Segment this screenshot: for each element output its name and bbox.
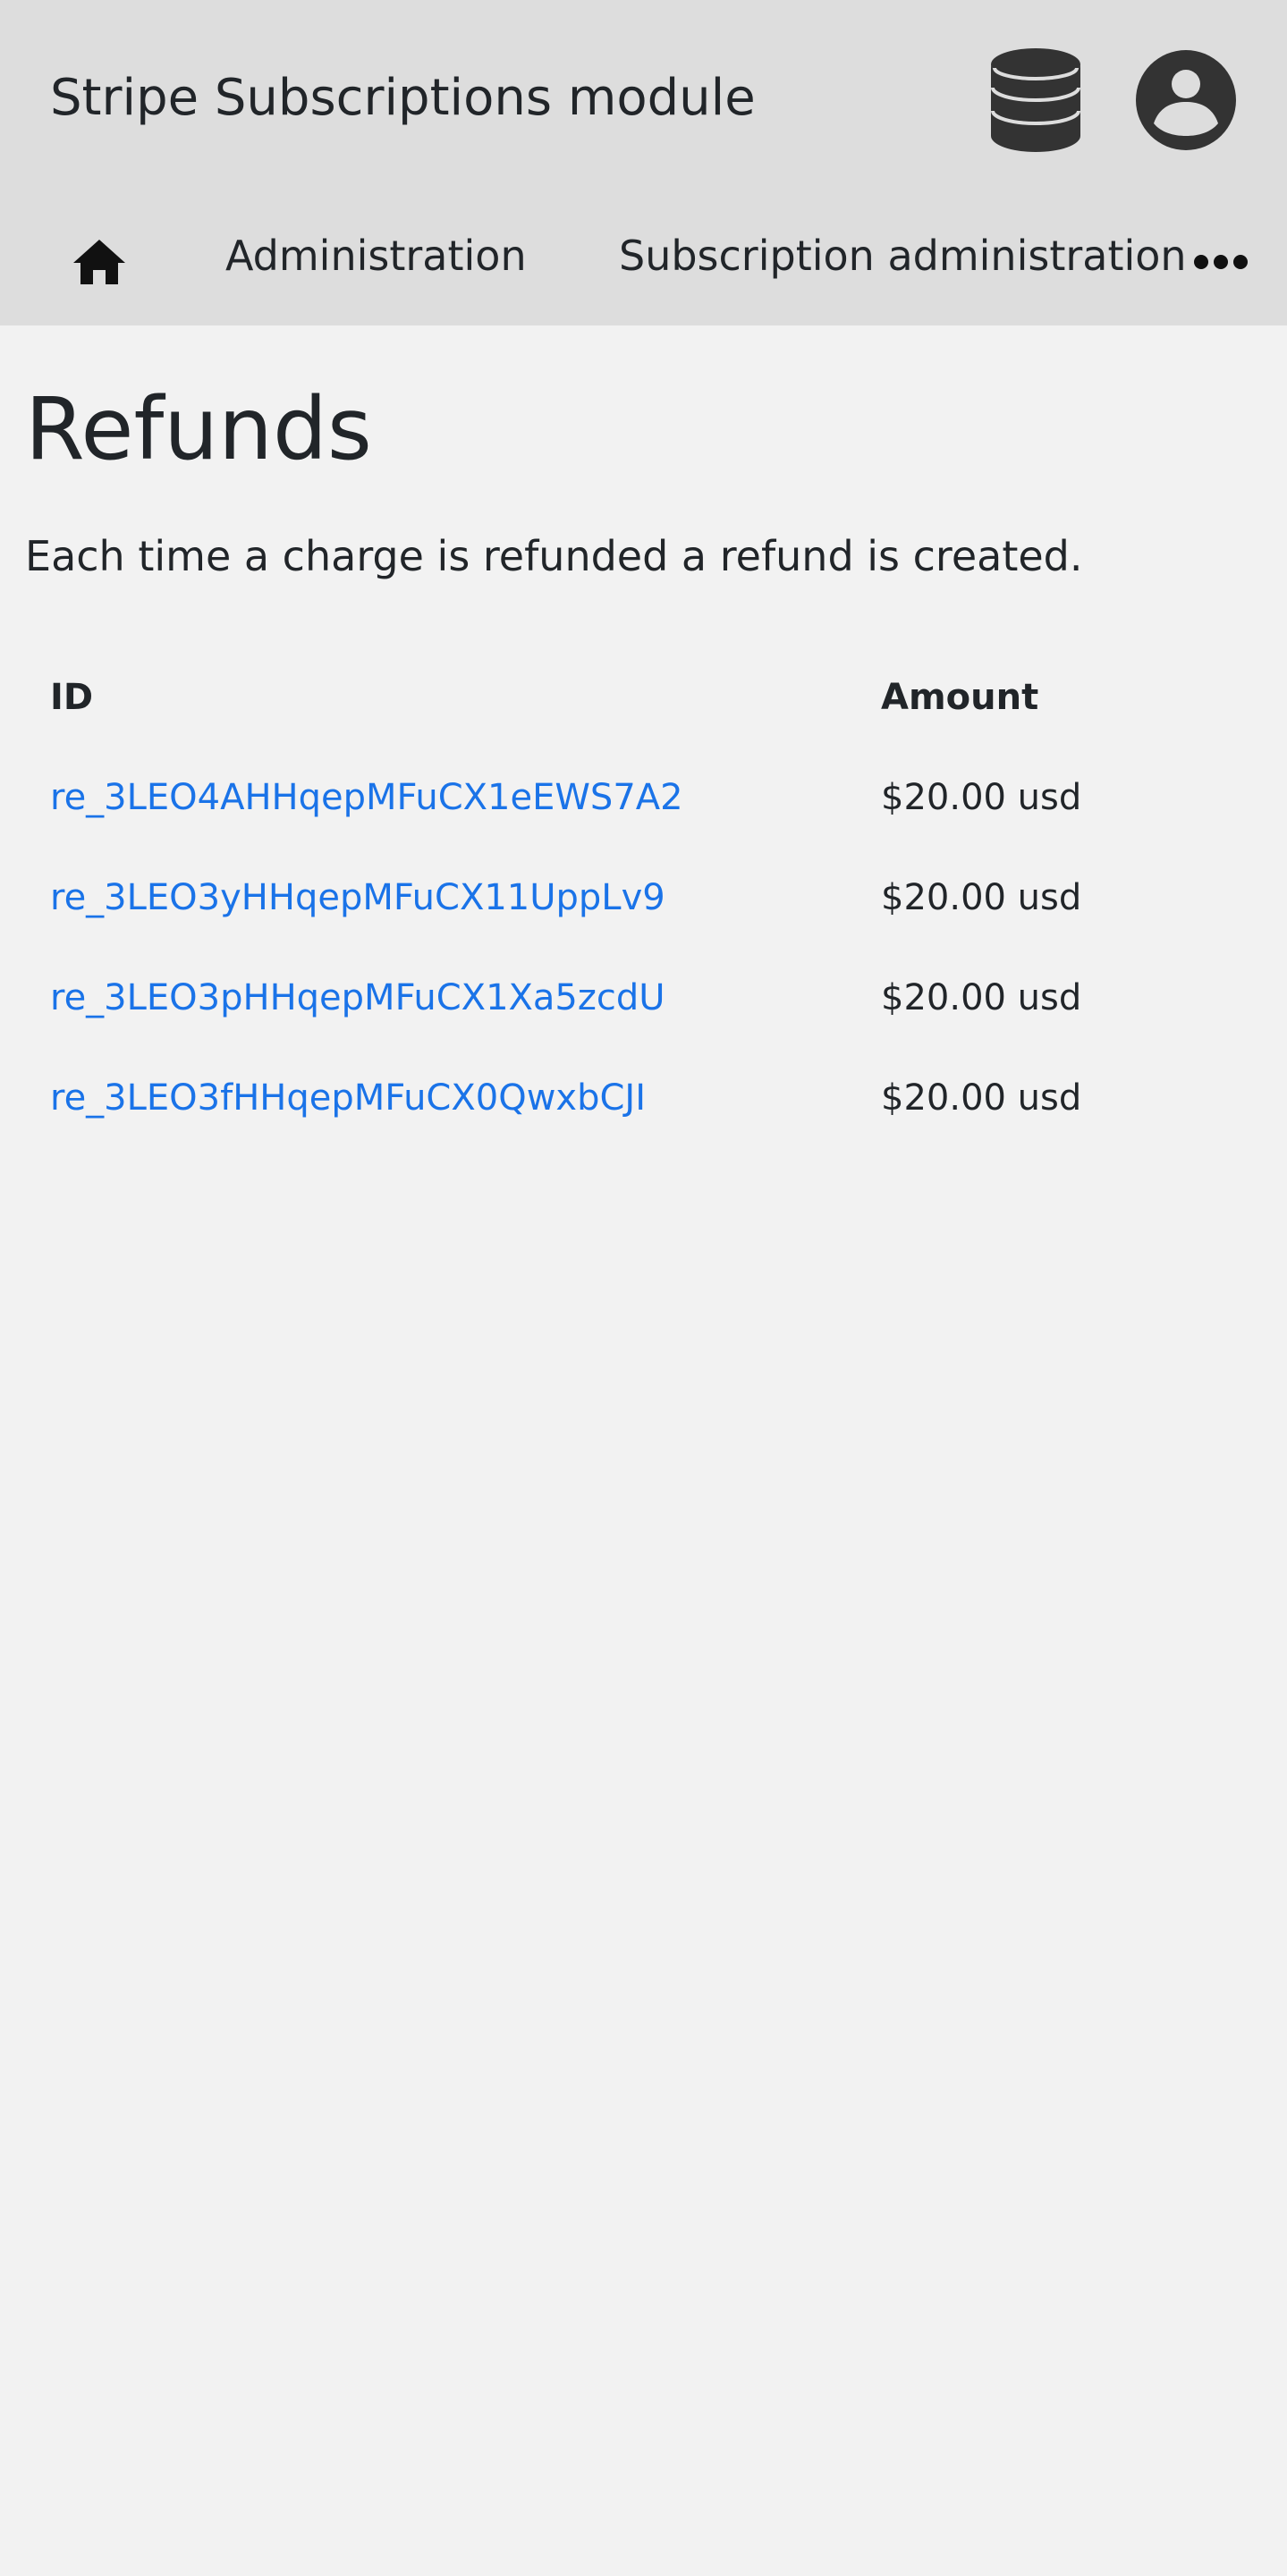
column-header-id: ID <box>50 677 94 718</box>
more-horizontal-icon[interactable] <box>1193 249 1249 275</box>
page-description: Each time a charge is refunded a refund … <box>25 532 1083 580</box>
refund-id-cell: re_3LEO3pHHqepMFuCX1Xa5zcdU <box>25 948 856 1048</box>
table-header-row: ID Amount <box>25 647 1262 747</box>
table-row: re_3LEO3pHHqepMFuCX1Xa5zcdU $20.00 usd <box>25 948 1262 1048</box>
refund-id-cell: re_3LEO4AHHqepMFuCX1eEWS7A2 <box>25 747 856 848</box>
refund-amount: $20.00 usd <box>881 977 1082 1018</box>
refund-amount: $20.00 usd <box>881 877 1082 918</box>
refund-amount: $20.00 usd <box>881 1077 1082 1119</box>
page-title: Refunds <box>25 379 372 479</box>
refund-id-link[interactable]: re_3LEO3yHHqepMFuCX11UppLv9 <box>50 877 665 918</box>
refund-id-cell: re_3LEO3yHHqepMFuCX11UppLv9 <box>25 848 856 948</box>
breadcrumb-nav: Administration Subscription administrati… <box>0 198 1287 325</box>
table-row: re_3LEO3fHHqepMFuCX0QwxbCJI $20.00 usd <box>25 1048 1262 1148</box>
database-icon[interactable] <box>989 46 1082 154</box>
refund-id-link[interactable]: re_3LEO3fHHqepMFuCX0QwxbCJI <box>50 1077 646 1119</box>
app-title: Stripe Subscriptions module <box>50 69 756 127</box>
refund-id-link[interactable]: re_3LEO3pHHqepMFuCX1Xa5zcdU <box>50 977 665 1018</box>
refund-amount: $20.00 usd <box>881 777 1082 818</box>
nav-administration[interactable]: Administration <box>225 229 527 283</box>
nav-subscription-administration[interactable]: Subscription administration <box>619 229 1187 283</box>
table-row: re_3LEO3yHHqepMFuCX11UppLv9 $20.00 usd <box>25 848 1262 948</box>
account-icon[interactable] <box>1134 48 1238 152</box>
main-content: Refunds Each time a charge is refunded a… <box>0 325 1287 1148</box>
top-app-bar: Stripe Subscriptions module <box>0 0 1287 198</box>
refunds-table: ID Amount re_3LEO4AHHqepMFuCX1eEWS7A2 $2… <box>25 647 1262 1148</box>
refund-id-cell: re_3LEO3fHHqepMFuCX0QwxbCJI <box>25 1048 856 1148</box>
refund-id-link[interactable]: re_3LEO4AHHqepMFuCX1eEWS7A2 <box>50 777 683 818</box>
home-icon[interactable] <box>72 234 127 290</box>
table-row: re_3LEO4AHHqepMFuCX1eEWS7A2 $20.00 usd <box>25 747 1262 848</box>
column-header-amount: Amount <box>881 677 1039 718</box>
